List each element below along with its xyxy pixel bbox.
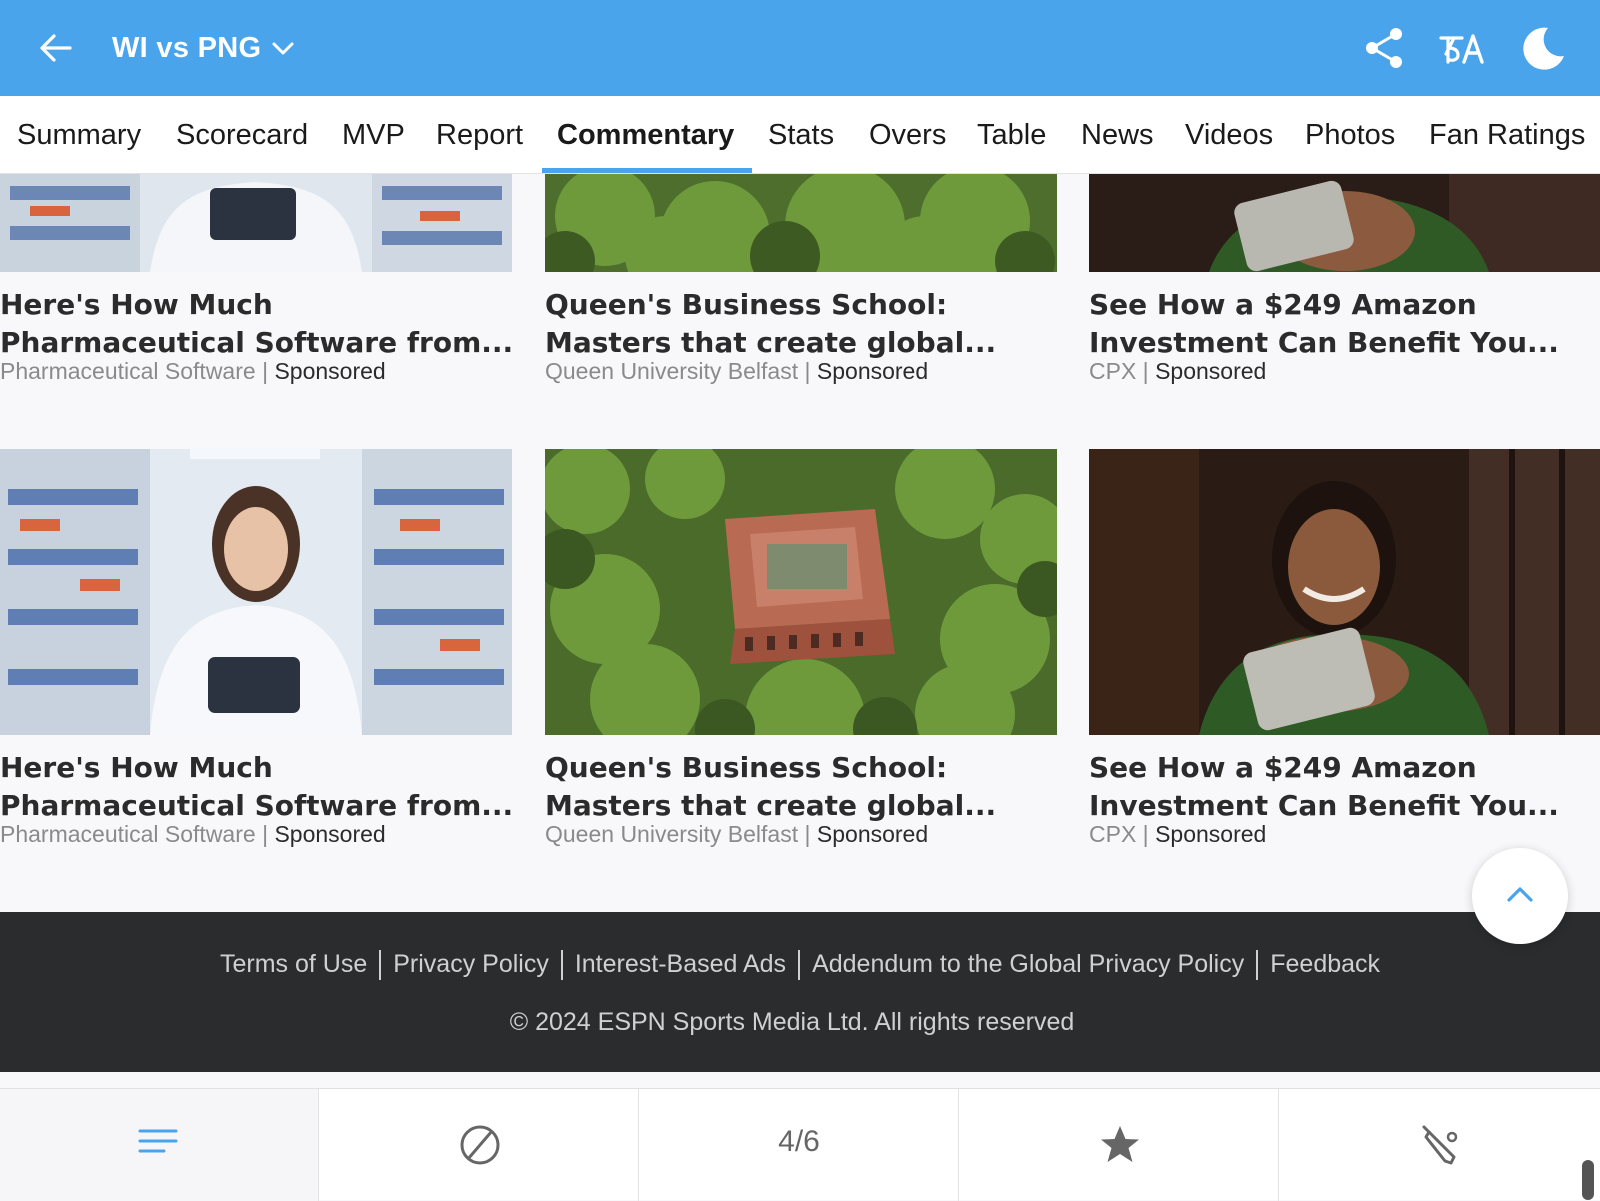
ball-icon xyxy=(460,1125,500,1165)
privacy-addendum-link[interactable]: Addendum to the Global Privacy Policy xyxy=(812,950,1244,978)
tab-scorecard[interactable]: Scorecard xyxy=(176,96,308,174)
scroll-to-top-button[interactable] xyxy=(1472,848,1568,944)
card-source: Pharmaceutical Software | Sponsored xyxy=(0,821,386,847)
chevron-up-icon xyxy=(1507,887,1533,902)
card-headline: Here's How Much Pharmaceutical Software … xyxy=(0,288,514,359)
card-headline: Queen's Business School: Masters that cr… xyxy=(545,751,997,822)
menu-lines-icon xyxy=(138,1129,178,1153)
language-icon[interactable] xyxy=(1438,24,1486,72)
divider xyxy=(560,950,563,981)
bottom-nav-ball[interactable] xyxy=(320,1089,639,1201)
tab-videos[interactable]: Videos xyxy=(1185,96,1273,174)
back-arrow-icon[interactable] xyxy=(36,28,76,68)
pharmacist-tablet-image xyxy=(0,449,512,735)
scrollbar[interactable] xyxy=(1582,1160,1594,1200)
tab-commentary[interactable]: Commentary xyxy=(557,96,734,174)
over-progress-label: 4/6 xyxy=(778,1125,820,1158)
divider xyxy=(1256,950,1259,981)
woman-holding-money-image xyxy=(1089,174,1600,272)
bottom-navigation: 4/6 xyxy=(0,1088,1600,1201)
bottom-nav-bat[interactable] xyxy=(1280,1089,1600,1201)
tab-fan-ratings[interactable]: Fan Ratings xyxy=(1429,96,1585,174)
card-source: Queen University Belfast | Sponsored xyxy=(545,821,929,847)
share-icon[interactable] xyxy=(1360,24,1408,72)
divider xyxy=(798,950,801,981)
card-headline: See How a $249 Amazon Investment Can Ben… xyxy=(1089,288,1559,359)
card-headline: See How a $249 Amazon Investment Can Ben… xyxy=(1089,751,1559,822)
cricket-bat-icon xyxy=(1422,1125,1458,1165)
tab-summary[interactable]: Summary xyxy=(17,96,141,174)
bottom-nav-menu[interactable] xyxy=(0,1089,319,1201)
card-source: CPX | Sponsored xyxy=(1089,821,1267,847)
match-title[interactable]: WI vs PNG xyxy=(112,28,261,68)
sponsored-content-grid: Here's How Much Pharmaceutical Software … xyxy=(0,174,1600,912)
card-headline: Queen's Business School: Masters that cr… xyxy=(545,288,997,359)
footer-links: Terms of Use Privacy Policy Interest-Based… xyxy=(0,950,1600,981)
divider xyxy=(379,950,382,981)
card-source: Pharmaceutical Software | Sponsored xyxy=(0,358,386,384)
tab-overs[interactable]: Overs xyxy=(869,96,946,174)
interest-based-ads-link[interactable]: Interest-Based Ads xyxy=(575,950,786,978)
privacy-policy-link[interactable]: Privacy Policy xyxy=(393,950,549,978)
business-school-aerial-image xyxy=(545,174,1057,272)
copyright-text: © 2024 ESPN Sports Media Ltd. All rights… xyxy=(509,1008,1075,1036)
business-school-aerial-image xyxy=(545,449,1057,735)
star-icon xyxy=(1101,1126,1139,1162)
card-source: CPX | Sponsored xyxy=(1089,358,1267,384)
bottom-nav-star[interactable] xyxy=(960,1089,1279,1201)
tab-table[interactable]: Table xyxy=(977,96,1046,174)
terms-of-use-link[interactable]: Terms of Use xyxy=(220,950,367,978)
pharmacist-tablet-image xyxy=(0,174,512,272)
woman-holding-money-image xyxy=(1089,449,1600,735)
tab-photos[interactable]: Photos xyxy=(1305,96,1395,174)
tab-report[interactable]: Report xyxy=(436,96,523,174)
bottom-nav-over-progress[interactable]: 4/6 xyxy=(640,1089,959,1201)
match-tabs: Summary Scorecard MVP Report Commentary … xyxy=(0,96,1600,174)
card-headline: Here's How Much Pharmaceutical Software … xyxy=(0,751,514,822)
feedback-link[interactable]: Feedback xyxy=(1270,950,1380,978)
top-app-bar: WI vs PNG xyxy=(0,0,1600,96)
chevron-down-icon[interactable] xyxy=(270,36,296,60)
tab-stats[interactable]: Stats xyxy=(768,96,834,174)
dark-mode-moon-icon[interactable] xyxy=(1520,24,1568,72)
page-footer: Terms of Use Privacy Policy Interest-Based… xyxy=(0,912,1600,1072)
card-source: Queen University Belfast | Sponsored xyxy=(545,358,929,384)
active-tab-indicator xyxy=(542,168,752,173)
tab-mvp[interactable]: MVP xyxy=(342,96,405,174)
tab-news[interactable]: News xyxy=(1081,96,1154,174)
